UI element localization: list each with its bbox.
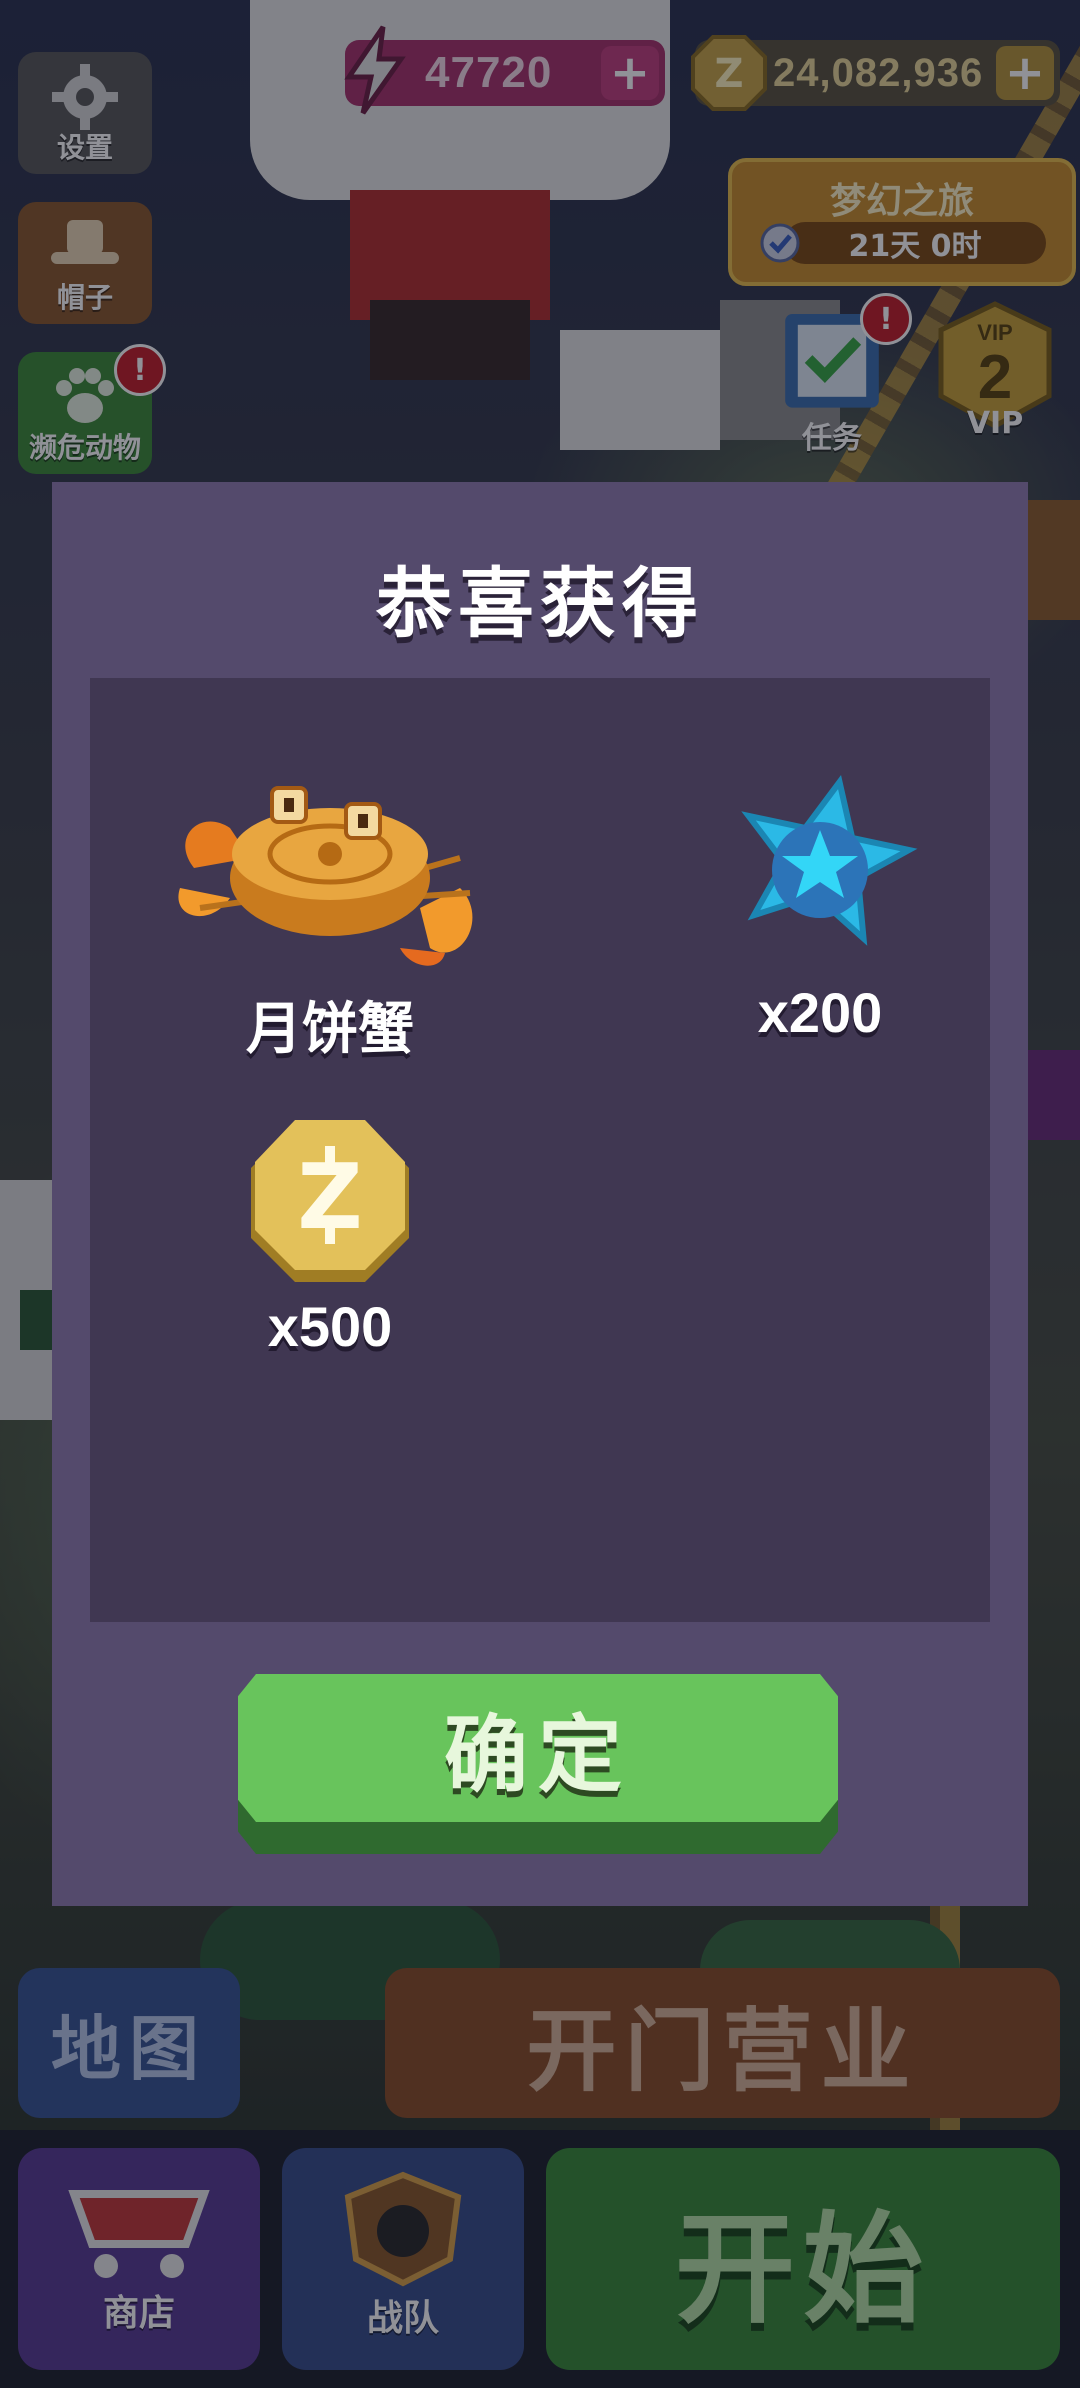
confirm-button-face: 确定 — [238, 1674, 838, 1822]
reward-label: x200 — [757, 981, 883, 1044]
confirm-label: 确定 — [443, 1707, 632, 1802]
reward-label: 月饼蟹 — [246, 997, 414, 1060]
dialog-title: 恭喜获得 — [376, 559, 704, 648]
reward-item: Z x500 — [180, 1118, 480, 1359]
reward-item: 月饼蟹 — [160, 768, 500, 1065]
reward-item: x200 — [670, 774, 970, 1045]
reward-dialog: 恭喜获得 月饼蟹 x200 Z x500 确定 — [52, 482, 1028, 1906]
reward-panel: 月饼蟹 x200 Z x500 — [90, 678, 990, 1622]
reward-label: x500 — [267, 1295, 393, 1358]
confirm-button[interactable]: 确定 — [238, 1674, 838, 1854]
z-coin-icon: Z — [251, 1120, 409, 1282]
blue-star-icon — [741, 775, 918, 946]
mooncake-crab-icon — [178, 786, 473, 966]
